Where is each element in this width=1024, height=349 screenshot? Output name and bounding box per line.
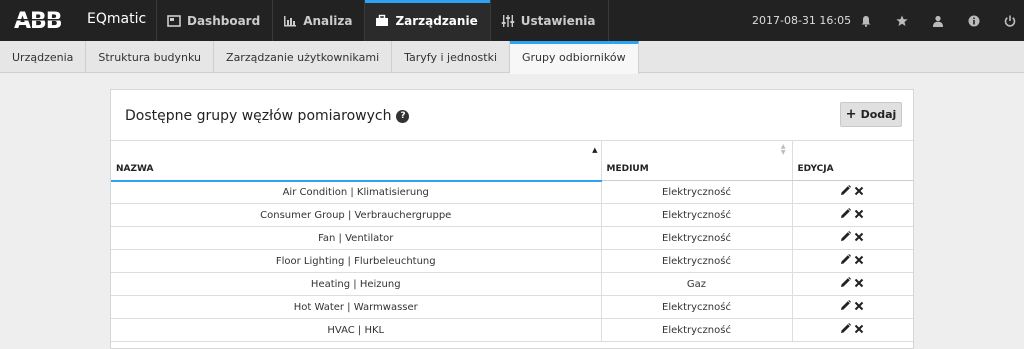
cell-name: Floor Lighting | Flurbeleuchtung [111, 249, 602, 273]
cell-name: Air Condition | Klimatisierung [111, 180, 602, 204]
add-button[interactable]: + Dodaj [840, 102, 902, 127]
nav-analiza[interactable]: Analiza [272, 0, 364, 41]
nav-dashboard[interactable]: Dashboard [156, 0, 272, 41]
nav-zarzadzanie[interactable]: Zarządzanie [364, 0, 490, 41]
edit-pencil-icon[interactable] [840, 185, 851, 199]
edit-pencil-icon[interactable] [840, 277, 851, 291]
table-header-row: NAZWA ▲ MEDIUM ▲ ▼ EDYCJA [111, 140, 913, 182]
edit-pencil-icon[interactable] [840, 254, 851, 268]
abb-logo[interactable]: ABB [14, 9, 70, 34]
main-nav: Dashboard Analiza Zarządzanie Ustawienia [156, 0, 609, 41]
app-name: EQmatic [87, 11, 147, 27]
table-row: Fan | Ventilator Elektryczność [111, 226, 913, 250]
cell-edit [792, 249, 913, 273]
tab-grupy-odbiornikow[interactable]: Grupy odbiorników [510, 41, 639, 74]
help-icon[interactable]: ? [396, 109, 410, 123]
cell-name: Fan | Ventilator [111, 226, 602, 250]
tab-struktura-budynku[interactable]: Struktura budynku [86, 41, 215, 73]
bell-icon[interactable] [848, 0, 884, 41]
nav-label: Analiza [303, 13, 353, 28]
table-row: Floor Lighting | Flurbeleuchtung Elektryc… [111, 249, 913, 273]
cell-name: Hot Water | Warmwasser [111, 295, 602, 319]
cell-name: Consumer Group | Verbrauchergruppe [111, 203, 602, 227]
table-row: Hot Water | Warmwasser Elektryczność [111, 295, 913, 319]
cell-medium: Elektryczność [601, 180, 793, 204]
delete-x-icon[interactable] [854, 208, 864, 222]
cell-medium: Elektryczność [601, 203, 793, 227]
star-icon[interactable] [884, 0, 920, 41]
cell-name: Heating | Heizung [111, 272, 602, 296]
tab-zarzadzanie-uzytkownikami[interactable]: Zarządzanie użytkownikami [214, 41, 393, 73]
delete-x-icon[interactable] [854, 300, 864, 314]
delete-x-icon[interactable] [854, 254, 864, 268]
edit-pencil-icon[interactable] [840, 323, 851, 337]
groups-table: NAZWA ▲ MEDIUM ▲ ▼ EDYCJA Air Condition |… [111, 140, 913, 342]
table-row: Consumer Group | Verbrauchergruppe Elektr… [111, 203, 913, 227]
bar-chart-icon [284, 15, 297, 26]
delete-x-icon[interactable] [854, 277, 864, 291]
edit-pencil-icon[interactable] [840, 300, 851, 314]
panel-title: Dostępne grupy węzłów pomiarowych ? [125, 108, 410, 124]
column-header-label: NAZWA [116, 163, 154, 174]
column-header-label: MEDIUM [606, 164, 649, 174]
sort-icon: ▲ ▼ [780, 143, 786, 156]
current-datetime: 2017-08-31 16:05 [752, 14, 852, 27]
cell-edit [792, 272, 913, 296]
user-icon[interactable] [920, 0, 956, 41]
edit-pencil-icon[interactable] [840, 208, 851, 222]
table-row: Air Condition | Klimatisierung Elektryczn… [111, 180, 913, 204]
column-header-edit: EDYCJA [792, 140, 913, 181]
header-actions [848, 0, 1024, 41]
panel-title-text: Dostępne grupy węzłów pomiarowych [125, 108, 392, 124]
cell-medium: Elektryczność [601, 318, 793, 342]
nav-label: Zarządzanie [395, 13, 478, 28]
cell-medium: Elektryczność [601, 249, 793, 273]
cell-medium: Elektryczność [601, 295, 793, 319]
groups-panel: Dostępne grupy węzłów pomiarowych ? + Do… [110, 89, 914, 349]
tab-taryfy-i-jednostki[interactable]: Taryfy i jednostki [392, 41, 511, 73]
nav-ustawienia[interactable]: Ustawienia [489, 0, 609, 41]
tab-urzadzenia[interactable]: Urządzenia [0, 41, 87, 73]
edit-pencil-icon[interactable] [840, 231, 851, 245]
dashboard-icon [167, 14, 181, 27]
delete-x-icon[interactable] [854, 185, 864, 199]
top-navbar: ABB EQmatic Dashboard Analiza Zarządzani… [0, 0, 1024, 41]
cell-name: HVAC | HKL [111, 318, 602, 342]
cell-edit [792, 203, 913, 227]
cell-edit [792, 318, 913, 342]
cell-edit [792, 226, 913, 250]
sliders-icon [501, 14, 514, 27]
info-icon[interactable] [956, 0, 992, 41]
cell-edit [792, 180, 913, 204]
nav-label: Dashboard [187, 13, 261, 28]
sub-tabs: Urządzenia Struktura budynku Zarządzanie… [0, 41, 1024, 74]
briefcase-icon [376, 14, 389, 26]
cell-medium: Elektryczność [601, 226, 793, 250]
table-row: HVAC | HKL Elektryczność [111, 318, 913, 342]
delete-x-icon[interactable] [854, 323, 864, 337]
column-header-medium[interactable]: MEDIUM ▲ ▼ [601, 140, 793, 181]
cell-edit [792, 295, 913, 319]
power-icon[interactable] [992, 0, 1024, 41]
add-button-label: Dodaj [860, 108, 897, 121]
column-header-name[interactable]: NAZWA ▲ [111, 140, 602, 182]
table-row: Heating | Heizung Gaz [111, 272, 913, 296]
delete-x-icon[interactable] [854, 231, 864, 245]
cell-medium: Gaz [601, 272, 793, 296]
column-header-label: EDYCJA [797, 164, 834, 174]
sort-ascending-icon: ▲ [592, 146, 598, 154]
nav-label: Ustawienia [520, 13, 596, 28]
plus-icon: + [845, 107, 857, 122]
